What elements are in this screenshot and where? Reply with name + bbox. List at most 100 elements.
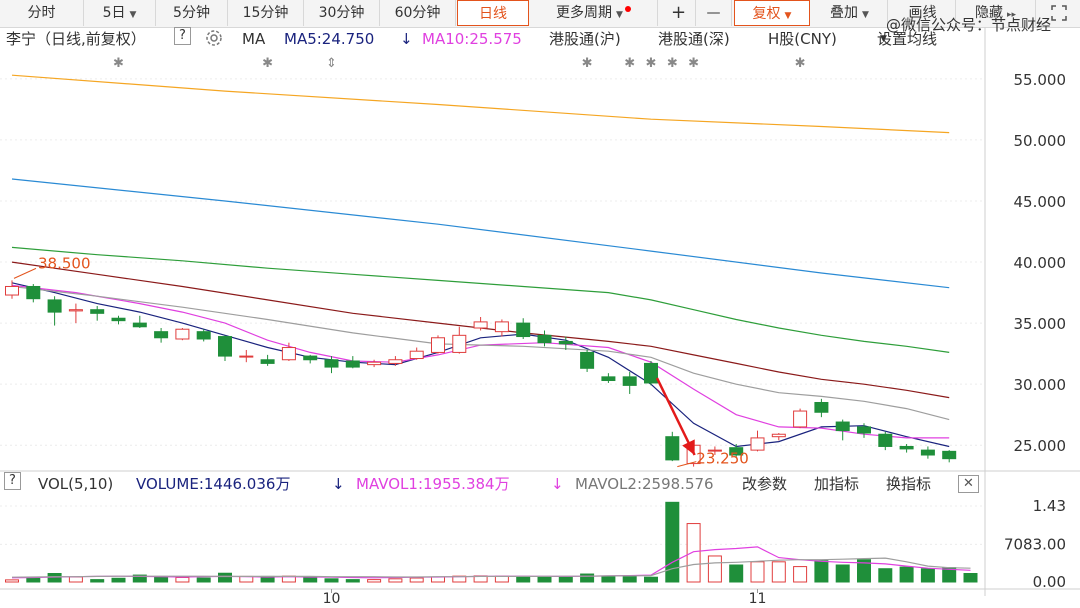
y-tick-label: 25.000 xyxy=(1014,437,1067,455)
chevron-down-icon: ▼ xyxy=(862,10,869,20)
candle xyxy=(899,444,914,453)
candle xyxy=(388,356,403,366)
candle-body xyxy=(707,449,722,452)
volume-bar xyxy=(452,575,467,583)
volume-bar xyxy=(601,576,616,583)
low-price-label: 23.250 xyxy=(696,450,749,468)
ma-label[interactable]: MA xyxy=(242,27,265,51)
candle-body xyxy=(580,351,595,369)
down-arrow-icon: ↓ xyxy=(551,475,564,493)
mavol2-value: MAVOL2:2598.576 xyxy=(575,475,714,493)
candle xyxy=(367,359,382,368)
volume-help-button[interactable]: ? xyxy=(4,472,21,490)
ma-line-ma120 xyxy=(11,178,950,289)
volume-bar xyxy=(665,501,680,583)
notification-dot-icon xyxy=(624,6,631,12)
zoom-in-button[interactable]: + xyxy=(662,0,696,26)
candle xyxy=(154,328,169,343)
volume-bar xyxy=(899,566,914,583)
candle-body xyxy=(26,285,41,300)
tab-5min[interactable]: 5分钟 xyxy=(156,0,228,26)
moving-average-lines xyxy=(11,74,950,448)
volume-bar xyxy=(920,568,935,583)
candle xyxy=(281,342,296,361)
candle xyxy=(537,330,552,347)
volume-bar xyxy=(835,564,850,583)
event-markers: ✱ ✱ ⇕ ✱ ✱ ✱ ✱ ✱ ✱ xyxy=(113,56,806,71)
highlight-arrow-shaft xyxy=(655,377,696,456)
volume-bar xyxy=(793,566,808,583)
candle-body xyxy=(750,437,765,451)
event-marker-icon: ✱ xyxy=(624,56,635,71)
volume-bar xyxy=(260,575,275,583)
candle-body xyxy=(920,449,935,456)
candle-body xyxy=(367,361,382,366)
candle xyxy=(601,373,616,383)
tab-30min[interactable]: 30分钟 xyxy=(304,0,380,26)
hk-connect-sh-link[interactable]: 港股通(沪) xyxy=(549,27,621,51)
event-marker-icon: ✱ xyxy=(113,56,124,71)
volume-bar xyxy=(729,564,744,583)
volume-bar xyxy=(111,577,126,583)
mavol1-value: MAVOL1:1955.384万 xyxy=(356,475,510,493)
switch-indicator-button[interactable]: 换指标 xyxy=(886,472,931,496)
volume-bar xyxy=(686,523,701,583)
candle xyxy=(707,446,722,456)
volume-bar xyxy=(26,577,41,583)
chevron-down-icon: ▼ xyxy=(880,34,887,44)
candle-body xyxy=(835,421,850,432)
candle-body xyxy=(281,347,296,361)
tab-15min[interactable]: 15分钟 xyxy=(228,0,304,26)
low-pointer xyxy=(677,461,697,468)
tab-5day-label: 5日 xyxy=(102,5,126,21)
candle-body xyxy=(857,426,871,434)
help-button[interactable]: ? xyxy=(174,27,191,45)
tab-daily[interactable]: 日线 xyxy=(457,0,529,26)
vol-label: VOL(5,10) xyxy=(38,475,114,493)
candle xyxy=(622,371,637,394)
chevron-down-icon: ▼ xyxy=(129,10,137,20)
event-marker-icon: ✱ xyxy=(262,56,273,71)
adjust-button[interactable]: 复权 ▼ xyxy=(734,0,810,26)
h-share-link[interactable]: H股(CNY) xyxy=(768,27,837,51)
candle xyxy=(920,446,935,459)
candle xyxy=(942,450,957,463)
candle xyxy=(473,317,488,331)
overlay-label: 叠加 xyxy=(830,5,859,21)
volume-bar xyxy=(622,575,637,583)
ma-line-ma30 xyxy=(11,261,950,399)
zoom-out-button[interactable]: — xyxy=(696,0,732,26)
volume-bar xyxy=(771,561,786,583)
ma-line-ma250 xyxy=(11,74,950,134)
adjust-label: 复权 xyxy=(752,6,781,22)
volume-bar xyxy=(963,573,978,583)
volume-bar xyxy=(516,575,531,583)
candle xyxy=(90,306,105,321)
tab-intraday[interactable]: 分时 xyxy=(0,0,84,26)
tab-60min[interactable]: 60分钟 xyxy=(380,0,456,26)
candle-body xyxy=(324,359,339,368)
candle xyxy=(793,408,808,429)
candle-body xyxy=(175,328,190,340)
change-params-button[interactable]: 改参数 xyxy=(742,472,787,496)
settings-gear-icon[interactable] xyxy=(204,28,224,55)
candle xyxy=(665,431,680,462)
candle xyxy=(324,356,339,374)
y-tick-label: 50.000 xyxy=(1014,132,1067,150)
add-indicator-button[interactable]: 加指标 xyxy=(814,472,859,496)
chevron-down-icon: ▼ xyxy=(616,10,623,20)
close-icon[interactable]: ✕ xyxy=(958,475,979,493)
candle xyxy=(580,349,595,372)
tab-more-periods[interactable]: 更多周期 ▼ xyxy=(530,0,658,26)
hk-connect-sz-link[interactable]: 港股通(深) xyxy=(658,27,730,51)
candle xyxy=(5,280,19,299)
volume-bar xyxy=(345,579,360,583)
overlay-button[interactable]: 叠加 ▼ xyxy=(812,0,888,26)
tab-5day[interactable]: 5日 ▼ xyxy=(84,0,156,26)
candle xyxy=(686,444,701,467)
candle xyxy=(494,319,509,337)
volume-grid xyxy=(0,505,985,545)
volume-bar xyxy=(154,575,169,583)
candle xyxy=(857,423,871,438)
candle-body xyxy=(814,401,829,413)
